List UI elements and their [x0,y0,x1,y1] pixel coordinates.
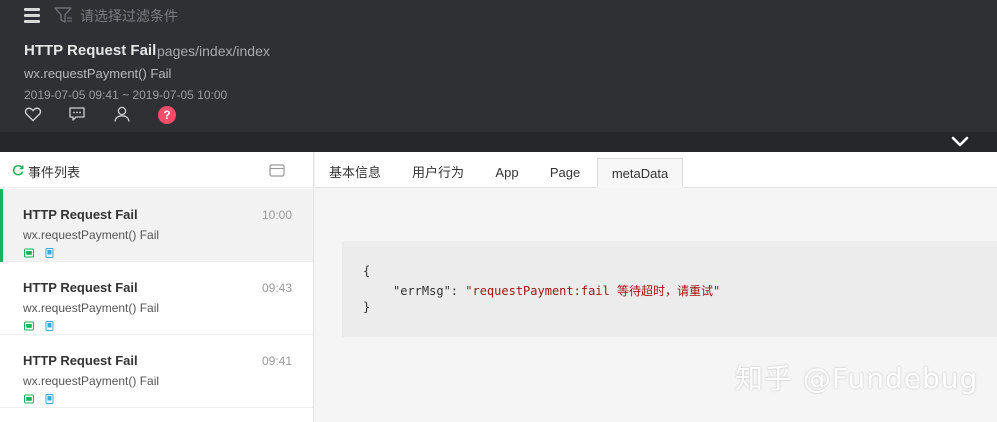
comment-icon[interactable] [68,105,86,123]
event-list-header: 事件列表 [0,152,314,188]
phone-icon [45,321,54,331]
tab-metadata[interactable]: metaData [597,158,683,188]
filter-icon[interactable] [53,5,73,25]
calendar-icon[interactable] [269,163,285,177]
menu-icon[interactable] [24,8,40,23]
filter-placeholder[interactable]: 请选择过滤条件 [80,6,178,26]
tab-app[interactable]: App [485,158,529,188]
phone-icon [45,394,54,404]
event-item-title: HTTP Request Fail [23,353,138,368]
event-header: 请选择过滤条件 HTTP Request Fail pages/index/in… [0,0,997,132]
event-item-title: HTTP Request Fail [23,207,138,222]
tab-basic-info[interactable]: 基本信息 [317,158,393,188]
event-item-time: 09:41 [262,354,293,368]
event-item-time: 10:00 [262,208,293,222]
event-list-item[interactable]: HTTP Request Fail 10:00 wx.requestPaymen… [0,189,313,262]
code-line-errmsg: "errMsg": "requestPayment:fail 等待超时，请重试" [393,282,720,299]
event-title: HTTP Request Fail [24,42,157,59]
event-time-range: 2019-07-05 09:41 ~ 2019-07-05 10:00 [24,88,228,102]
phone-icon [45,248,54,258]
metadata-code-block: { "errMsg": "requestPayment:fail 等待超时，请重… [342,241,997,337]
device-icon [24,248,34,258]
collapse-bar [0,132,997,152]
device-icon [24,394,34,404]
code-value: "requestPayment:fail 等待超时，请重试" [465,284,721,298]
event-page-path: pages/index/index [157,43,270,59]
detail-tabs: 基本信息 用户行为 App Page metaData [315,152,997,188]
refresh-icon[interactable] [12,164,24,176]
user-icon[interactable] [113,105,131,123]
code-colon: : [450,284,466,298]
code-open-brace: { [363,264,371,278]
event-list-item[interactable]: HTTP Request Fail 09:41 wx.requestPaymen… [0,335,313,408]
app-root: 请选择过滤条件 HTTP Request Fail pages/index/in… [0,0,997,422]
tab-user-behavior[interactable]: 用户行为 [401,158,475,188]
filter-bar: 请选择过滤条件 [0,0,997,30]
code-key: "errMsg" [393,284,451,298]
event-list-title: 事件列表 [28,165,81,180]
event-list-panel: 事件列表 HTTP Request Fail 10:00 wx.requestP… [0,152,314,422]
event-list-item[interactable]: HTTP Request Fail 09:43 wx.requestPaymen… [0,262,313,335]
event-item-subtitle: wx.requestPayment() Fail [23,228,160,242]
tab-page[interactable]: Page [541,158,589,188]
device-icon [24,321,34,331]
code-close-brace: } [363,300,371,314]
event-item-subtitle: wx.requestPayment() Fail [23,374,160,388]
event-subtitle: wx.requestPayment() Fail [24,66,172,81]
event-item-subtitle: wx.requestPayment() Fail [23,301,160,315]
event-item-time: 09:43 [262,281,293,295]
chevron-down-icon[interactable] [951,136,969,148]
event-item-title: HTTP Request Fail [23,280,138,295]
help-badge-icon[interactable]: ? [158,106,176,124]
heart-icon[interactable] [24,105,42,123]
watermark: 知乎 @Fundebug [735,362,979,395]
